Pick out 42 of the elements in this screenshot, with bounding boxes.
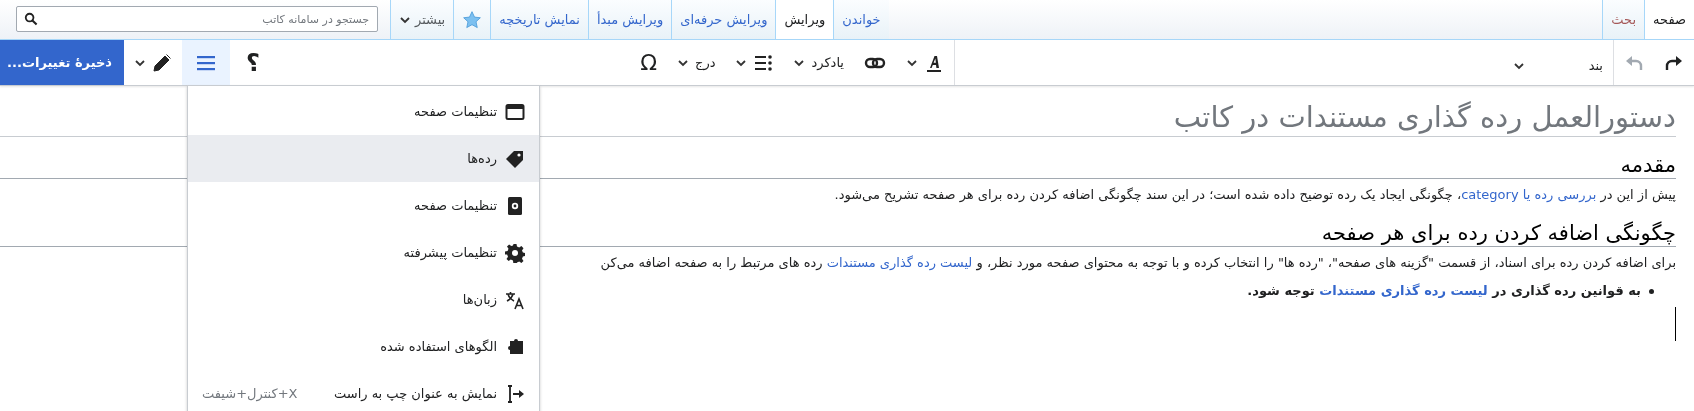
menu-item[interactable]: نمایش به عنوان چپ به راست X+کنترل+شیفت [188,370,539,411]
star-icon [462,9,483,30]
special-character-button[interactable]: Ω [630,40,667,85]
redo-button[interactable] [1654,40,1694,85]
insert-dropdown[interactable]: درج [667,40,726,85]
link[interactable]: بررسی رده یا category [1461,187,1597,202]
tag-icon [505,148,525,169]
edit-mode-dropdown[interactable] [124,40,182,85]
help-button[interactable]: ؟ [230,40,276,85]
window-icon [505,101,525,122]
link[interactable]: لیست رده گذاری مستندات [1319,283,1488,298]
translate-icon [505,289,525,310]
view-tab[interactable]: نمایش تاریخچه [490,0,588,39]
search-field[interactable]: جستجو در سامانه کاتب [16,6,378,32]
paragraph: پیش از این در بررسی رده یا category، چگونگی ایجاد یک رده توضیح داده شده است؛ در این سند چگونگی اضافه کردن رده برای هر صفحه تشریح می‌شود. [833,186,1676,205]
settings-icon [505,195,525,216]
list-item: به قوانین رده گذاری در لیست رده گذاری مستندات توجه شود. [1247,282,1641,300]
view-tab[interactable]: ویرایش [775,0,834,39]
page-tab[interactable]: صفحه [1644,0,1694,39]
view-tab[interactable]: ویرایش حرفه‌ای [671,0,776,39]
save-button[interactable]: ذخیرهٔ تغییرات... [0,40,124,85]
text-direction-icon [505,383,525,404]
keyboard-shortcut: X+کنترل+شیفت [202,386,298,401]
list-icon [753,52,774,73]
page-tab[interactable]: بحث [1602,0,1644,39]
menu-item[interactable]: زبان‌ها [188,276,539,323]
menu-item[interactable]: الگوهای استفاده شده [188,323,539,370]
pencil-icon [152,52,172,73]
page-options-button[interactable] [182,40,230,85]
paragraph: برای اضافه کردن رده برای اسناد، از قسمت "گزینه های صفحه"، "رده ها" را انتخاب کرده و با توجه به محتوای صفحه مورد نظر، و لیست رده گذاری مستندات رده های مرتبط را به صفحه اضافه می‌کن [599,254,1676,273]
text-style-dropdown[interactable] [896,40,954,85]
view-tab[interactable]: ویرایش مبدأ [587,0,672,39]
search-icon [24,12,38,26]
link[interactable]: لیست رده گذاری مستندات [826,255,973,270]
menu-item[interactable]: رده‌ها [188,135,539,182]
text-cursor [1675,307,1676,341]
puzzle-icon [505,336,525,357]
more-menu[interactable]: بیشتر [390,0,454,39]
view-tab[interactable]: خواندن [833,0,889,39]
gear-icon [505,242,525,263]
cite-dropdown[interactable]: یادکرد [783,40,854,85]
bullet-icon [1649,288,1654,294]
